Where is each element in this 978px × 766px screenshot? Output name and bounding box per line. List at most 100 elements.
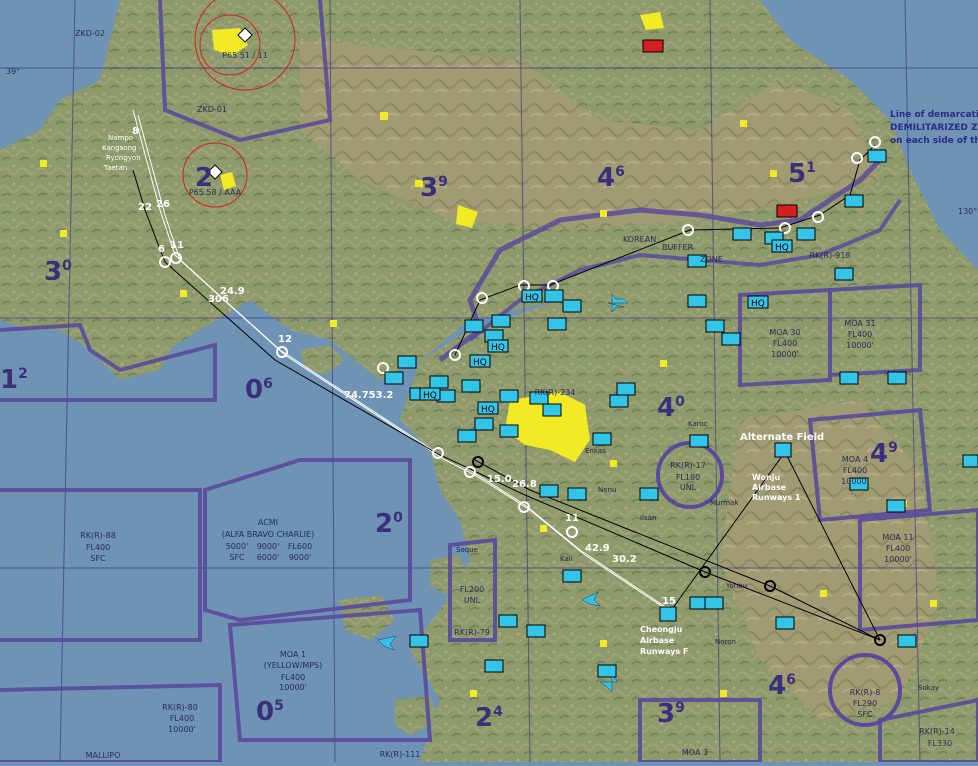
unit-box-4[interactable] xyxy=(544,289,564,303)
label-buffer: BUFFER xyxy=(662,243,694,252)
tactical-map[interactable]: 39° 130° HQ HQ HQ HQ HQ HQ HQ 12 06 20 0… xyxy=(0,0,978,764)
svg-text:8: 8 xyxy=(132,126,139,137)
unit-box-24[interactable] xyxy=(639,487,659,501)
unit-box-3[interactable] xyxy=(491,314,511,328)
sam-site-north[interactable] xyxy=(642,39,664,53)
route-label-15: 15.0 xyxy=(487,474,512,485)
unit-box-36[interactable] xyxy=(839,371,859,385)
unit-box-13[interactable] xyxy=(499,389,519,403)
town-4 xyxy=(770,170,777,177)
unit-box-25[interactable] xyxy=(689,434,709,448)
label-moa11: MOA 11 xyxy=(882,533,913,542)
unit-box-19[interactable] xyxy=(457,429,477,443)
town-8 xyxy=(660,360,667,367)
town-18 xyxy=(180,290,187,297)
route-label-302: 30.2 xyxy=(612,554,637,565)
lon-label-130: 130° xyxy=(958,207,977,216)
town-6 xyxy=(40,160,47,167)
label-rkr79-base: UNL xyxy=(464,596,481,605)
unit-box-40[interactable] xyxy=(962,454,978,468)
label-acmi-sub: (ALFA BRAVO CHARLIE) xyxy=(222,530,314,539)
route-label-12: 12 xyxy=(278,334,292,345)
label-rkr17: RK(R)-17 xyxy=(670,461,706,470)
unit-airfield-wonju[interactable] xyxy=(774,442,792,458)
unit-box-17[interactable] xyxy=(616,382,636,396)
label-acmi-a3: FL600 xyxy=(288,542,312,551)
route-label-22: 22 xyxy=(138,202,152,213)
unit-box-46[interactable] xyxy=(409,634,429,648)
unit-box-44[interactable] xyxy=(498,614,518,628)
unit-box-15[interactable] xyxy=(542,403,562,417)
svg-text:Kangsong: Kangsong xyxy=(102,144,136,152)
unit-box-21[interactable] xyxy=(499,424,519,438)
svg-text:HQ: HQ xyxy=(525,293,539,303)
label-acmi-b3: 9000' xyxy=(289,553,312,562)
unit-box-37[interactable] xyxy=(887,371,907,385)
unit-box-22[interactable] xyxy=(539,484,559,498)
label-rkr80-base: 10000' xyxy=(168,725,196,734)
label-wonju-2: Airbase xyxy=(752,483,787,492)
unit-box-39[interactable] xyxy=(886,499,906,513)
unit-box-31[interactable] xyxy=(867,149,887,163)
unit-box-43[interactable] xyxy=(562,569,582,583)
town-13 xyxy=(820,590,827,597)
sam-site-dmz[interactable] xyxy=(776,204,798,218)
town-noron: Noron xyxy=(715,638,736,646)
map-canvas[interactable]: 39° 130° HQ HQ HQ HQ HQ HQ HQ 12 06 20 0… xyxy=(0,0,978,764)
label-cheongju-2: Airbase xyxy=(640,636,675,645)
unit-box-34[interactable] xyxy=(705,319,725,333)
unit-box-48[interactable] xyxy=(597,664,617,678)
label-rkr80-alt: FL400 xyxy=(170,714,194,723)
hq-unit-3[interactable]: HQ xyxy=(419,387,441,401)
dmz-note-line2: DEMILITARIZED ZONE e xyxy=(890,123,978,133)
label-wonju-1: Wonju xyxy=(752,473,780,482)
town-9 xyxy=(610,460,617,467)
unit-box-32[interactable] xyxy=(834,267,854,281)
unit-box-29[interactable] xyxy=(796,227,816,241)
unit-airfield-cheongju[interactable] xyxy=(659,606,677,622)
unit-box-16[interactable] xyxy=(609,394,629,408)
label-rk14: RK(R)-14 xyxy=(919,727,955,736)
unit-box-50[interactable] xyxy=(897,634,917,648)
unit-box-8[interactable] xyxy=(384,371,404,385)
unit-box-5[interactable] xyxy=(562,299,582,313)
unit-box-33[interactable] xyxy=(687,294,707,308)
label-moa31: MOA 31 xyxy=(844,319,875,328)
label-mallipo: MALLIPO xyxy=(86,751,121,760)
unit-box-6[interactable] xyxy=(547,317,567,331)
svg-text:HQ: HQ xyxy=(775,243,789,253)
hq-unit-1[interactable]: HQ xyxy=(521,289,543,303)
unit-box-7[interactable] xyxy=(397,355,417,369)
svg-text:Nampo: Nampo xyxy=(108,134,133,142)
unit-box-23[interactable] xyxy=(567,487,587,501)
label-rkr88: RK(R)-88 xyxy=(80,531,116,540)
hq-unit-2[interactable]: HQ xyxy=(469,354,491,368)
hq-unit-7[interactable]: HQ xyxy=(487,339,509,353)
hq-unit-5[interactable]: HQ xyxy=(747,295,769,309)
svg-text:HQ: HQ xyxy=(491,343,505,353)
dmz-note: Line of demarcation, DEMILITARIZED ZONE … xyxy=(890,110,978,146)
unit-box-45[interactable] xyxy=(526,624,546,638)
label-korean: KOREAN xyxy=(623,235,656,244)
label-moa1-alt: FL400 xyxy=(281,673,305,682)
unit-box-27[interactable] xyxy=(732,227,752,241)
unit-box-12[interactable] xyxy=(461,379,481,393)
unit-box-30[interactable] xyxy=(844,194,864,208)
unit-box-35[interactable] xyxy=(721,332,741,346)
town-yonbu: Yonbu xyxy=(725,582,747,590)
unit-box-18[interactable] xyxy=(592,432,612,446)
unit-box-42[interactable] xyxy=(704,596,724,610)
hq-unit-4[interactable]: HQ xyxy=(477,401,499,415)
unit-box-20[interactable] xyxy=(474,417,494,431)
unit-box-9[interactable] xyxy=(429,375,449,389)
hq-unit-6[interactable]: HQ xyxy=(771,239,793,253)
route-label-429: 42.9 xyxy=(585,543,610,554)
label-cheongju-1: Cheongju xyxy=(640,625,683,634)
unit-box-47[interactable] xyxy=(484,659,504,673)
label-rk14-alt: FL330 xyxy=(928,739,952,748)
unit-box-1[interactable] xyxy=(464,319,484,333)
label-rkr17-alt: FL180 xyxy=(676,473,700,482)
unit-box-49[interactable] xyxy=(775,616,795,630)
label-acmi-b1: SFC xyxy=(229,553,245,562)
svg-text:Taetan: Taetan xyxy=(103,164,127,172)
